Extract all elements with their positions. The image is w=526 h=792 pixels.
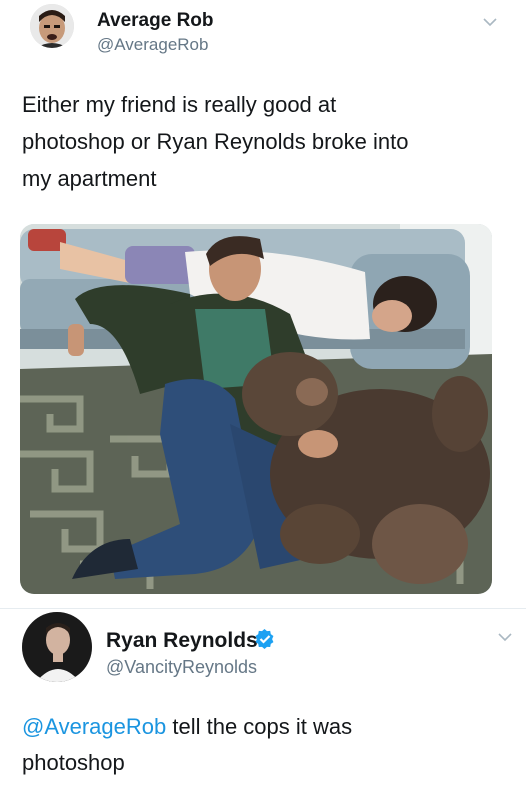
mention-link[interactable]: @AverageRob [22, 714, 166, 739]
user-avatar-icon [22, 612, 92, 682]
tweet-ryan-reynolds: Ryan Reynolds @VancityReynolds @AverageR… [0, 612, 526, 792]
chevron-down-icon[interactable] [483, 17, 497, 27]
display-name[interactable]: Average Rob [97, 10, 214, 32]
user-handle[interactable]: @AverageRob [97, 35, 208, 55]
ryan-reynolds-avatar[interactable] [22, 612, 92, 682]
chevron-down-icon[interactable] [498, 632, 512, 642]
reply-text: @AverageRob tell the cops it was photosh… [22, 709, 502, 781]
user-handle[interactable]: @VancityReynolds [106, 657, 257, 678]
average-rob-avatar[interactable] [30, 4, 74, 48]
user-avatar-icon [30, 4, 74, 48]
photo-image [20, 224, 492, 594]
tweet-text: Either my friend is really good at photo… [22, 92, 409, 191]
verified-badge-icon [255, 629, 274, 649]
tweet-average-rob: Average Rob @AverageRob Either my friend… [0, 0, 526, 610]
display-name[interactable]: Ryan Reynolds [106, 629, 258, 653]
tweet-photo[interactable] [20, 224, 492, 594]
tweet-divider [0, 608, 526, 609]
